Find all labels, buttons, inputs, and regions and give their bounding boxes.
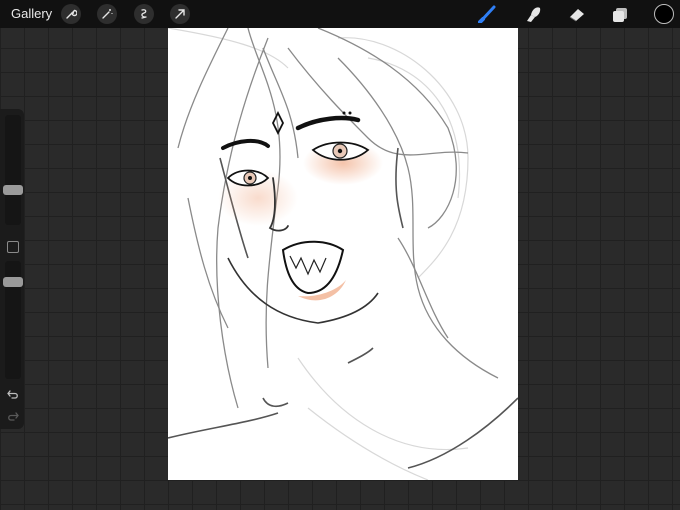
magic-wand-icon[interactable] — [97, 4, 117, 24]
opacity-thumb[interactable] — [3, 277, 23, 288]
sketch-artwork — [168, 28, 518, 480]
gallery-button[interactable]: Gallery — [11, 6, 52, 21]
redo-icon[interactable] — [6, 409, 20, 423]
transform-arrow-icon[interactable] — [170, 4, 190, 24]
drawing-canvas[interactable] — [168, 28, 518, 480]
brush-icon[interactable] — [477, 4, 499, 24]
top-toolbar: Gallery — [0, 0, 680, 28]
wrench-icon[interactable] — [61, 4, 81, 24]
layers-icon[interactable] — [609, 4, 631, 24]
undo-icon[interactable] — [6, 387, 20, 401]
color-picker-button[interactable] — [654, 4, 674, 24]
opacity-slider[interactable] — [3, 261, 23, 379]
brush-size-slider[interactable] — [3, 115, 23, 225]
selection-icon[interactable] — [134, 4, 154, 24]
modify-button[interactable] — [7, 241, 19, 253]
brush-size-thumb[interactable] — [3, 185, 23, 195]
left-sidebar — [0, 109, 24, 429]
smudge-icon[interactable] — [522, 4, 544, 24]
eraser-icon[interactable] — [566, 4, 588, 24]
